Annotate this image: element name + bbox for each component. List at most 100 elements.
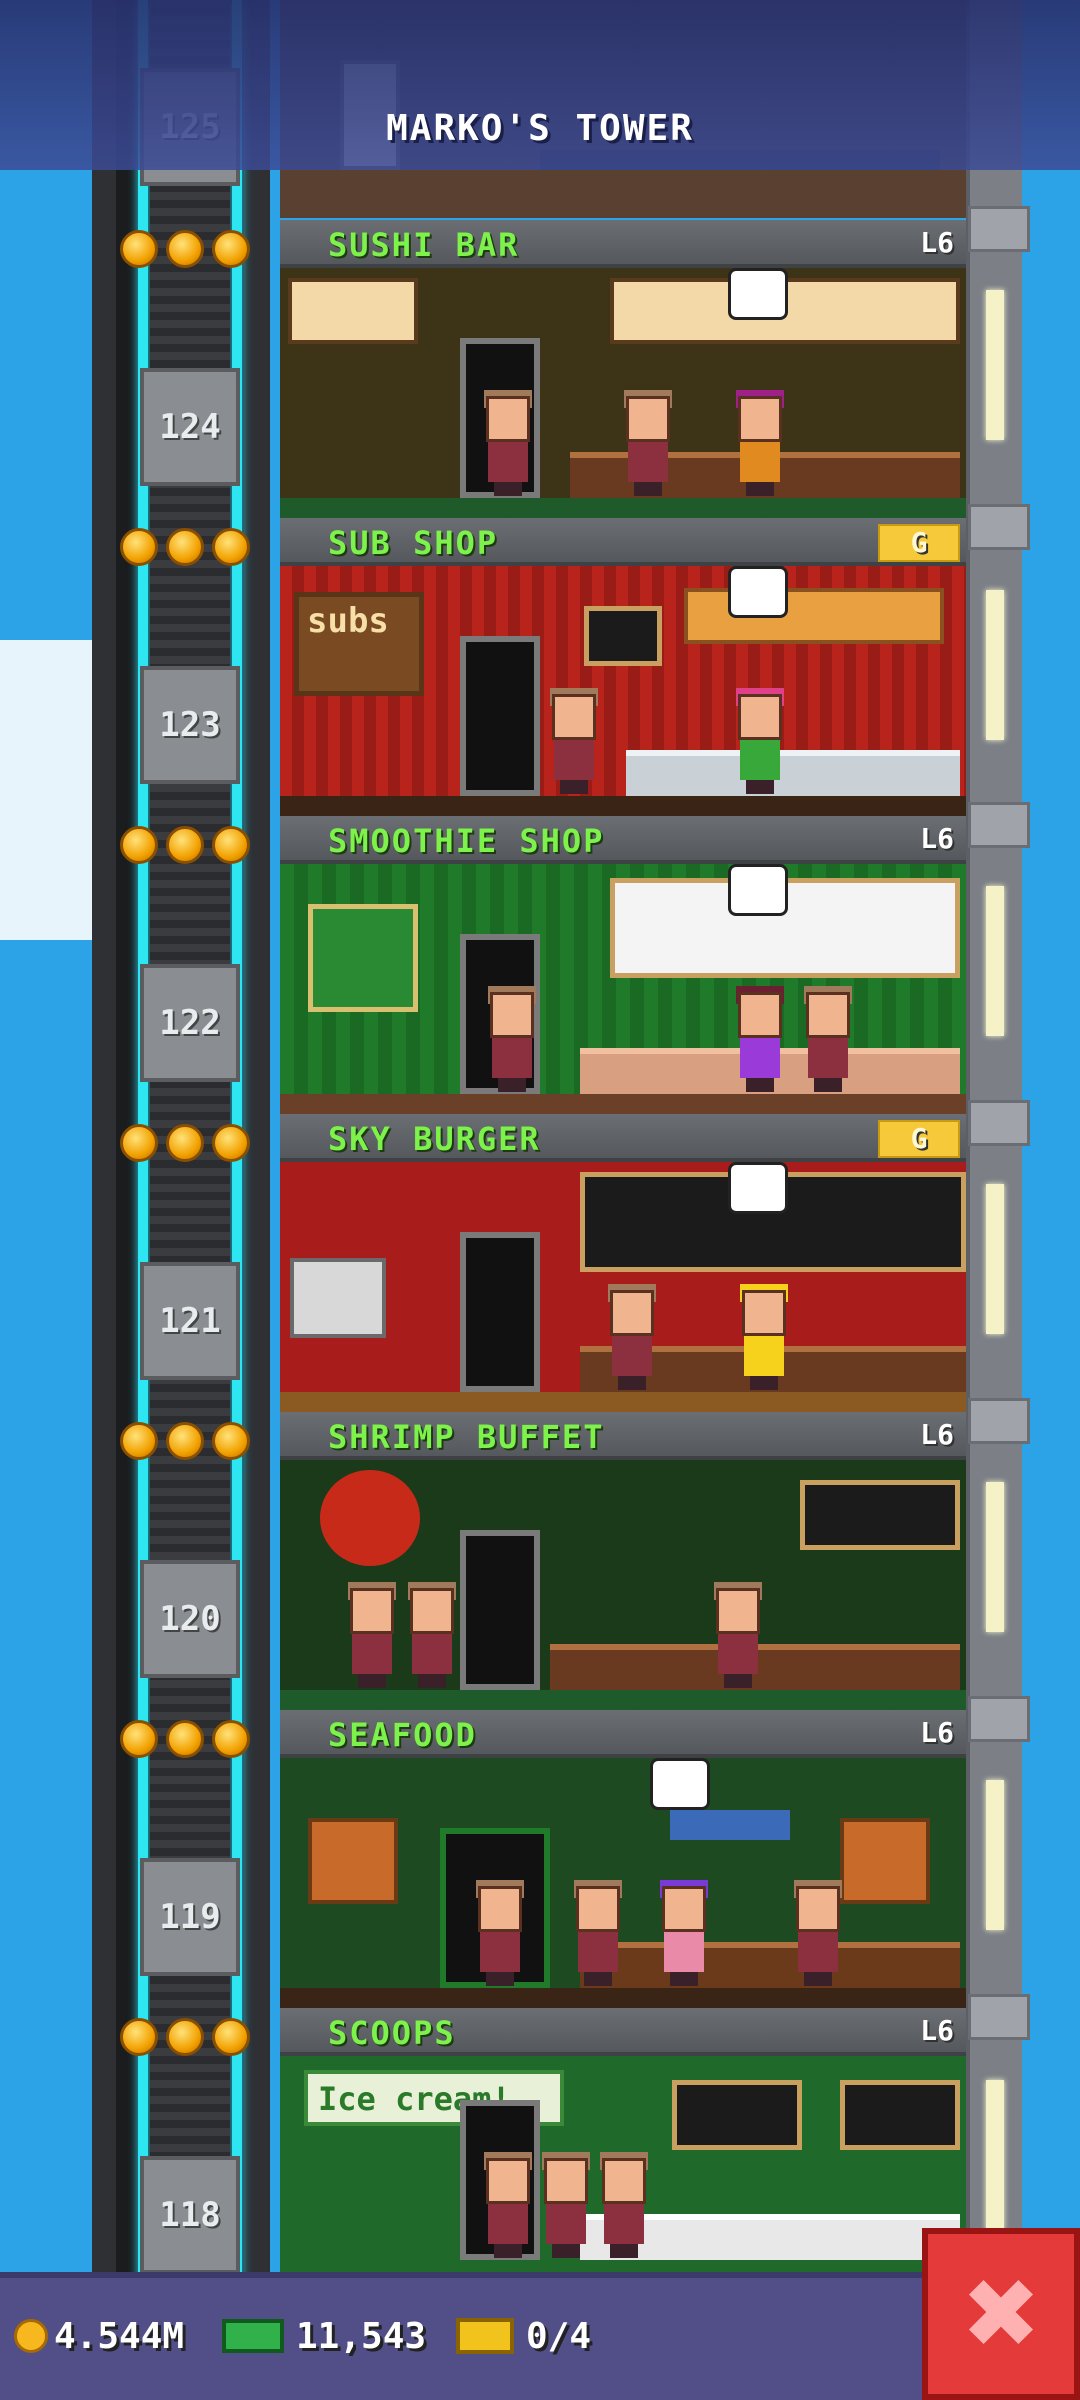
floor-coins[interactable]: [120, 1124, 250, 1162]
pillar-cap: [968, 802, 1030, 848]
cash-icon: [222, 2319, 284, 2353]
pillar-cap: [968, 1994, 1030, 2040]
pillar-light: [986, 1780, 1004, 1930]
subs-sign-text: subs: [307, 601, 389, 641]
coin-icon: [166, 1124, 204, 1162]
top-bar: MARKO'S TOWER: [0, 0, 1080, 170]
close-button[interactable]: ✖: [922, 2228, 1080, 2400]
coins-stat[interactable]: 4.544M: [14, 2306, 184, 2366]
floor-header: SUB SHOP G: [280, 518, 966, 566]
visitor[interactable]: [538, 2152, 594, 2258]
visitor[interactable]: [570, 1880, 626, 1986]
menu-board: [840, 2080, 960, 2150]
visitor[interactable]: [596, 2152, 652, 2258]
floor-121-sky-burger[interactable]: SKY BURGER G: [280, 1114, 966, 1412]
order-bubble[interactable]: [728, 1162, 788, 1214]
floor-number[interactable]: 119: [140, 1858, 240, 1976]
floor-coins[interactable]: [120, 528, 250, 566]
floor-coins[interactable]: [120, 1422, 250, 1460]
coin-icon: [212, 2018, 250, 2056]
window: [288, 278, 418, 344]
visitor[interactable]: [480, 2152, 536, 2258]
coin-icon: [120, 1720, 158, 1758]
visitor[interactable]: [404, 1582, 460, 1688]
floor-number[interactable]: 120: [140, 1560, 240, 1678]
fruit-sign: [308, 904, 418, 1012]
floor-124-sushi-bar[interactable]: SUSHI BAR L6: [280, 220, 966, 518]
floor-119-seafood[interactable]: SEAFOOD L6: [280, 1710, 966, 2008]
coin-icon: [120, 1124, 158, 1162]
floor-120-shrimp-buffet[interactable]: SHRIMP BUFFET L6: [280, 1412, 966, 1710]
floor-number[interactable]: 124: [140, 368, 240, 486]
level-badge-gold: G: [878, 524, 960, 562]
pillar-cap: [968, 1696, 1030, 1742]
floor-strip: [280, 796, 966, 816]
swordfish-sign: [670, 1810, 790, 1840]
cloud: [0, 640, 92, 940]
visitor[interactable]: [546, 688, 602, 794]
visitor[interactable]: [604, 1284, 660, 1390]
close-icon: ✖: [960, 2258, 1042, 2370]
pillar-cap: [968, 1398, 1030, 1444]
soda-machine: [290, 1258, 386, 1338]
floor-name: SMOOTHIE SHOP: [328, 822, 605, 860]
cloud: [0, 900, 60, 940]
sub-sandwich-sign: [684, 588, 944, 644]
coin-icon: [212, 1124, 250, 1162]
floor-122-smoothie-shop[interactable]: SMOOTHIE SHOP L6: [280, 816, 966, 1114]
coin-icon: [166, 2018, 204, 2056]
floor-name: SUB SHOP: [328, 524, 499, 562]
bux-icon: [456, 2318, 514, 2354]
visitor[interactable]: [344, 1582, 400, 1688]
floor-coins[interactable]: [120, 826, 250, 864]
coin-icon: [212, 1720, 250, 1758]
coin-icon: [212, 1422, 250, 1460]
pillar-cap: [968, 504, 1030, 550]
floor-name: SUSHI BAR: [328, 226, 520, 264]
pillar-light: [986, 1482, 1004, 1632]
bitizen-worker[interactable]: [656, 1880, 712, 1986]
pillar-light: [986, 886, 1004, 1036]
order-bubble[interactable]: [728, 864, 788, 916]
visitor[interactable]: [484, 986, 540, 1092]
bitizen-worker[interactable]: [736, 1284, 792, 1390]
floor-number[interactable]: 123: [140, 666, 240, 784]
floor-header: SCOOPS L6: [280, 2008, 966, 2056]
bitizen-worker[interactable]: [732, 390, 788, 496]
floor-118-scoops[interactable]: SCOOPS L6 Ice cream!: [280, 2008, 966, 2280]
room-interior: [280, 1162, 966, 1412]
bitizen-worker[interactable]: [732, 986, 788, 1092]
room-interior: [280, 268, 966, 518]
coin-icon: [212, 528, 250, 566]
level-badge: L6: [920, 226, 954, 259]
order-bubble[interactable]: [650, 1758, 710, 1810]
bitizen-worker[interactable]: [732, 688, 788, 794]
visitor[interactable]: [710, 1582, 766, 1688]
floor-header: SMOOTHIE SHOP L6: [280, 816, 966, 864]
floor-name: SEAFOOD: [328, 1716, 477, 1754]
floor-number[interactable]: 122: [140, 964, 240, 1082]
visitor[interactable]: [790, 1880, 846, 1986]
subs-sign: subs: [294, 592, 424, 696]
visitor[interactable]: [472, 1880, 528, 1986]
bux-stat[interactable]: 0/4: [456, 2306, 591, 2366]
menu-board: [800, 1480, 960, 1550]
visitor[interactable]: [480, 390, 536, 496]
cash-stat[interactable]: 11,543: [222, 2306, 426, 2366]
floor-number[interactable]: 118: [140, 2156, 240, 2274]
visitor[interactable]: [620, 390, 676, 496]
order-bubble[interactable]: [728, 566, 788, 618]
door: [460, 1232, 540, 1392]
floor-coins[interactable]: [120, 2018, 250, 2056]
visitor[interactable]: [800, 986, 856, 1092]
floor-number[interactable]: 121: [140, 1262, 240, 1380]
coin-icon: [120, 826, 158, 864]
floor-header: SEAFOOD L6: [280, 1710, 966, 1758]
coin-icon: [166, 1422, 204, 1460]
coin-icon: [120, 528, 158, 566]
floor-coins[interactable]: [120, 1720, 250, 1758]
order-bubble[interactable]: [728, 268, 788, 320]
floor-123-sub-shop[interactable]: SUB SHOP G subs: [280, 518, 966, 816]
tower-title[interactable]: MARKO'S TOWER: [0, 108, 1080, 149]
floor-coins[interactable]: [120, 230, 250, 268]
